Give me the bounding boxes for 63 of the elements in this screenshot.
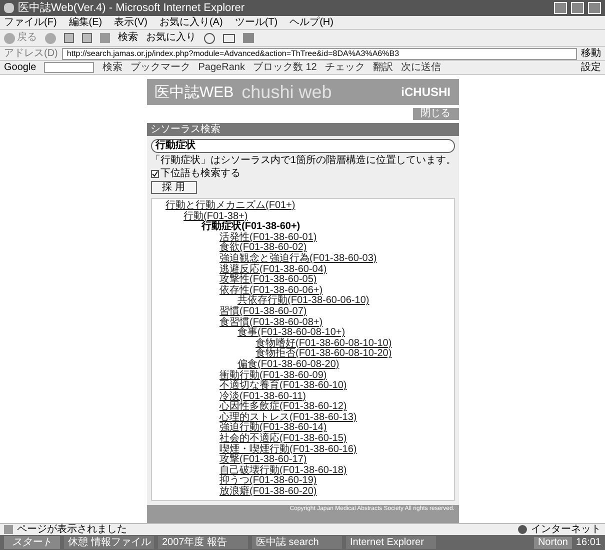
site-logo: 医中誌WEB	[154, 84, 234, 100]
tree-link[interactable]: 心理的ストレス(F01-38-60-13)	[220, 412, 357, 424]
tree-link[interactable]: 逃避反応(F01-38-60-04)	[220, 264, 327, 276]
taskbar-button[interactable]: 医中誌 search	[252, 536, 342, 549]
tree-link[interactable]: 食欲(F01-38-60-02)	[220, 243, 307, 254]
taskbar-button[interactable]: 2007年度 報告	[158, 536, 248, 549]
location-message: 「行動症状」はシソーラス内で1箇所の階層構造に位置しています。	[150, 155, 454, 166]
checkbox-label: 下位語も検索する	[160, 168, 240, 179]
menu-item[interactable]: ファイル(F)	[4, 18, 57, 28]
tree-link[interactable]: 習慣(F01-38-60-07)	[220, 306, 307, 318]
adopt-button[interactable]: 採 用	[150, 181, 196, 194]
menu-item[interactable]: 編集(E)	[68, 18, 102, 28]
tree-link[interactable]: 活発性(F01-38-60-01)	[220, 232, 317, 244]
section-header: シソーラス検索	[146, 123, 458, 136]
toolbar-button[interactable]: ブロック数 12	[252, 62, 317, 72]
google-label: Google	[4, 62, 36, 72]
tree-link[interactable]: 食物拒否(F01-38-60-08-10-20)	[256, 349, 392, 360]
window-title: 医中誌Web(Ver.4) - Microsoft Internet Explorer	[18, 2, 245, 14]
tree-link[interactable]: 社会的不適応(F01-38-60-15)	[220, 434, 347, 445]
start-button[interactable]: スタート	[4, 536, 60, 549]
tree-link[interactable]: 不適切な養育(F01-38-60-10)	[220, 381, 347, 392]
checkbox[interactable]	[150, 170, 158, 178]
search-button[interactable]: 検索	[118, 33, 138, 43]
toolbar-button[interactable]: ブックマーク	[130, 62, 190, 72]
tree-link[interactable]: 攻撃(F01-38-60-17)	[220, 455, 307, 466]
toolbar-button[interactable]: 検索	[102, 62, 122, 72]
banner-watermark: chushi web	[242, 83, 332, 101]
tree-link[interactable]: 依存性(F01-38-60-06+)	[220, 286, 323, 296]
toolbar-button[interactable]: 次に送信	[400, 62, 441, 72]
tree-link[interactable]: 食事(F01-38-60-08-10+)	[238, 328, 346, 339]
tree-link[interactable]: 喫煙・喫煙行動(F01-38-60-16)	[220, 444, 357, 456]
menu-item[interactable]: お気に入り(A)	[159, 18, 223, 28]
tree-link[interactable]: 食物嗜好(F01-38-60-08-10-10)	[256, 338, 392, 350]
tree-link[interactable]: 共依存行動(F01-38-60-06-10)	[238, 296, 370, 307]
zone-text: インターネット	[531, 524, 601, 534]
address-label: アドレス(D)	[4, 48, 58, 58]
toolbar-button[interactable]: 翻訳	[372, 62, 393, 72]
tree-link[interactable]: 偏食(F01-38-60-08-20)	[238, 360, 340, 370]
toolbar-button[interactable]: チェック	[324, 62, 365, 72]
tree-link[interactable]: 衝動行動(F01-38-60-09)	[220, 370, 327, 382]
google-search-field[interactable]	[44, 62, 94, 73]
taskbar-button[interactable]: Internet Explorer	[346, 536, 436, 549]
brand-logo: iCHUSHI	[401, 86, 450, 98]
toolbar-button[interactable]: PageRank	[198, 62, 245, 72]
menu-item[interactable]: ツール(T)	[234, 18, 278, 28]
tree-link[interactable]: 心因性多飲症(F01-38-60-12)	[220, 402, 347, 413]
tree-link[interactable]: 放浪癖(F01-38-60-20)	[220, 487, 317, 498]
menu-item[interactable]: ヘルプ(H)	[290, 18, 334, 28]
tree-link[interactable]: 攻撃性(F01-38-60-05)	[220, 275, 317, 286]
current-term: 行動症状(F01-38-60+)	[202, 222, 300, 232]
norton-badge: Norton	[534, 536, 572, 548]
tree-link[interactable]: 強迫観念と強迫行為(F01-38-60-03)	[220, 254, 377, 265]
tree-link[interactable]: 自己破壊行動(F01-38-60-18)	[220, 466, 347, 476]
go-button[interactable]: 移動	[581, 48, 601, 58]
clock: 16:01	[576, 538, 601, 548]
address-field[interactable]: http://search.jamas.or.jp/index.php?module=Advanced&action=ThTree&id=8DA%A3%A6%B3	[62, 48, 577, 60]
term-field[interactable]: 行動症状	[150, 139, 454, 153]
favorites-button[interactable]: お気に入り	[146, 33, 196, 43]
status-text: ページが表示されました	[17, 524, 127, 534]
tree-link[interactable]: 行動と行動メカニズム(F01+)	[166, 201, 296, 212]
taskbar-button[interactable]: 休憩 情報ファイル	[64, 536, 154, 549]
settings-button[interactable]: 設定	[581, 62, 601, 72]
menu-item[interactable]: 表示(V)	[114, 18, 148, 28]
